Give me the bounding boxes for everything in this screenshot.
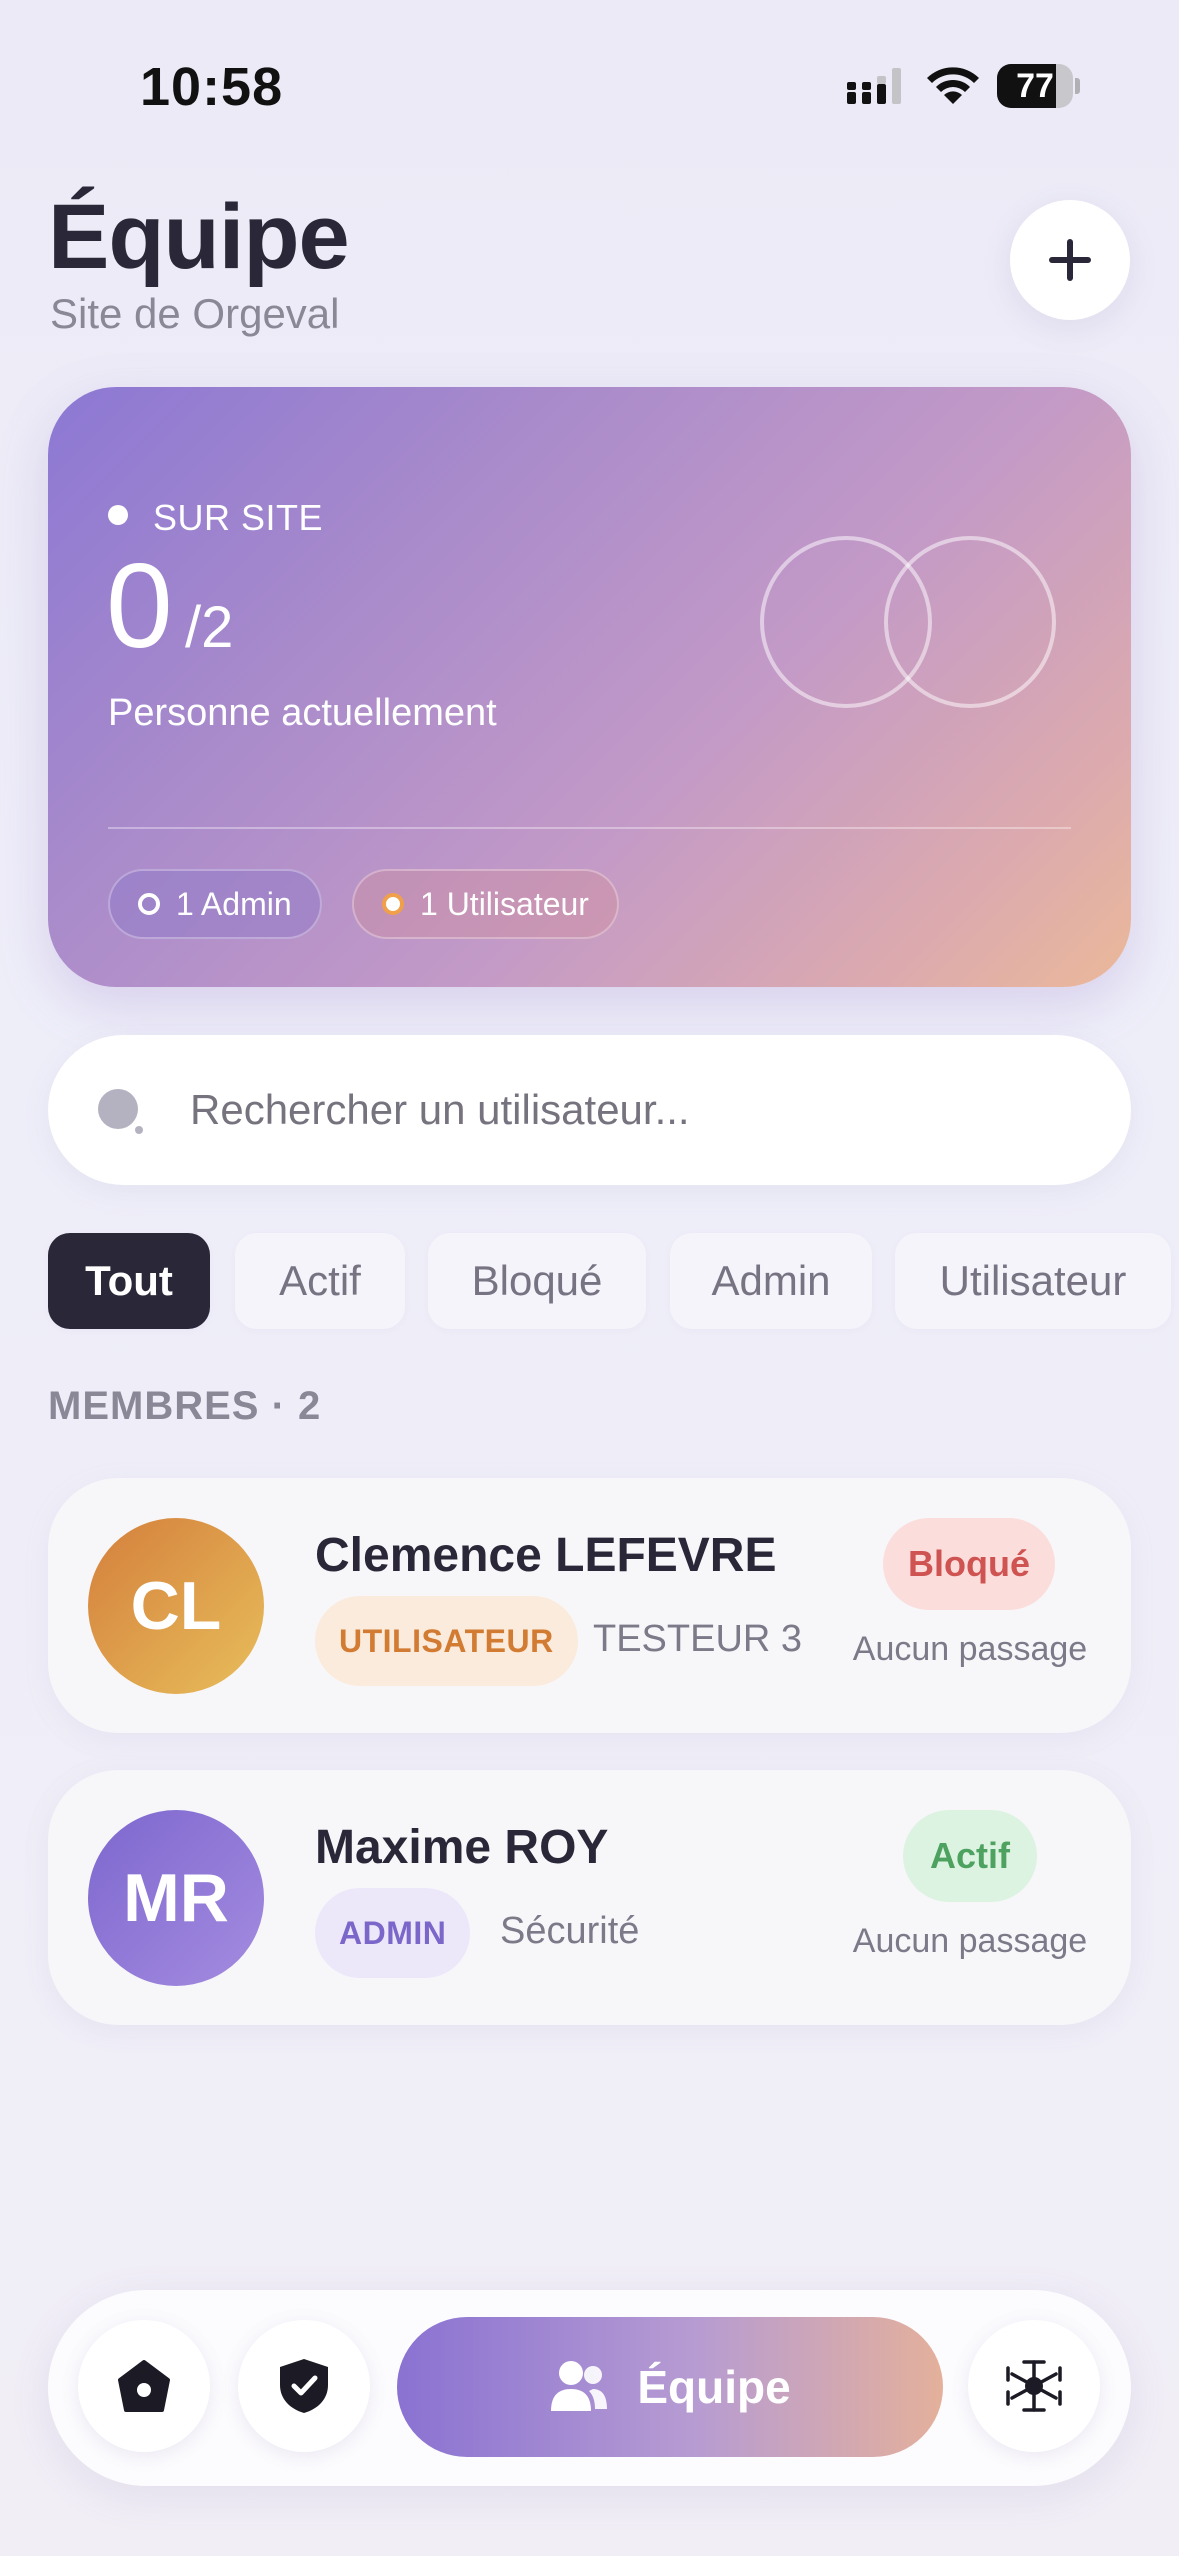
home-icon [118,2360,170,2412]
admin-count-chip: 1 Admin [108,869,322,939]
tab-tout[interactable]: Tout [48,1233,210,1329]
search-icon [98,1089,143,1134]
nav-team-button[interactable]: Équipe [397,2317,943,2457]
live-indicator-dot [108,505,128,525]
overlapping-circles-decoration [760,536,1056,708]
add-member-button[interactable] [1010,200,1130,320]
on-site-count: 0 [106,539,173,673]
tab-utilisateur[interactable]: Utilisateur [895,1233,1171,1329]
member-card[interactable]: MR Maxime ROY ADMIN Sécurité Actif Aucun… [48,1770,1131,2025]
admin-count-label: 1 Admin [176,885,292,922]
avatar: CL [88,1518,264,1694]
battery-icon: 77 [997,64,1080,108]
user-count-label: 1 Utilisateur [420,885,589,922]
nav-home-button[interactable] [78,2320,210,2452]
user-count-chip: 1 Utilisateur [352,869,619,939]
member-team: Sécurité [500,1910,640,1952]
on-site-label: SUR SITE [153,497,324,538]
role-badge: UTILISATEUR [315,1596,578,1686]
tab-admin[interactable]: Admin [670,1233,872,1329]
admin-dot-icon [138,893,160,915]
on-site-total: /2 [185,595,234,660]
avatar: MR [88,1810,264,1986]
on-site-summary-card: SUR SITE 0 /2 Personne actuellement 1 Ad… [48,387,1131,987]
last-passage: Aucun passage [852,1630,1088,1668]
member-card[interactable]: CL Clemence LEFEVRE UTILISATEUR TESTEUR … [48,1478,1131,1733]
search-input[interactable] [190,1035,1070,1185]
shield-check-icon [280,2359,328,2413]
user-dot-icon [382,893,404,915]
status-badge: Bloqué [883,1518,1055,1610]
bottom-navigation: Équipe [48,2290,1131,2486]
filter-tabs: Tout Actif Bloqué Admin Utilisateur [48,1233,1179,1329]
on-site-caption: Personne actuellement [108,692,497,734]
status-badge: Actif [903,1810,1037,1902]
member-name: Maxime ROY [315,1821,609,1874]
members-section-title: MEMBRES · 2 [48,1384,322,1428]
team-icon [551,2361,608,2411]
battery-level: 77 [1016,67,1054,105]
page-subtitle: Site de Orgeval [50,290,340,337]
role-badge: ADMIN [315,1888,471,1978]
plus-icon [1049,239,1091,281]
tab-actif[interactable]: Actif [235,1233,405,1329]
last-passage: Aucun passage [852,1922,1088,1960]
nav-network-button[interactable] [968,2320,1100,2452]
wifi-icon [927,67,979,104]
nav-team-label: Équipe [637,2361,791,2413]
page-title: Équipe [48,186,350,288]
nav-security-button[interactable] [238,2320,370,2452]
status-bar: 10:58 77 [0,0,1179,170]
status-time: 10:58 [140,57,284,117]
search-bar[interactable] [48,1035,1131,1185]
card-divider [108,827,1071,829]
cellular-signal-icon [847,68,901,104]
member-team: TESTEUR 3 [593,1618,803,1660]
member-name: Clemence LEFEVRE [315,1529,777,1582]
network-icon [1006,2360,1062,2412]
tab-bloque[interactable]: Bloqué [428,1233,646,1329]
